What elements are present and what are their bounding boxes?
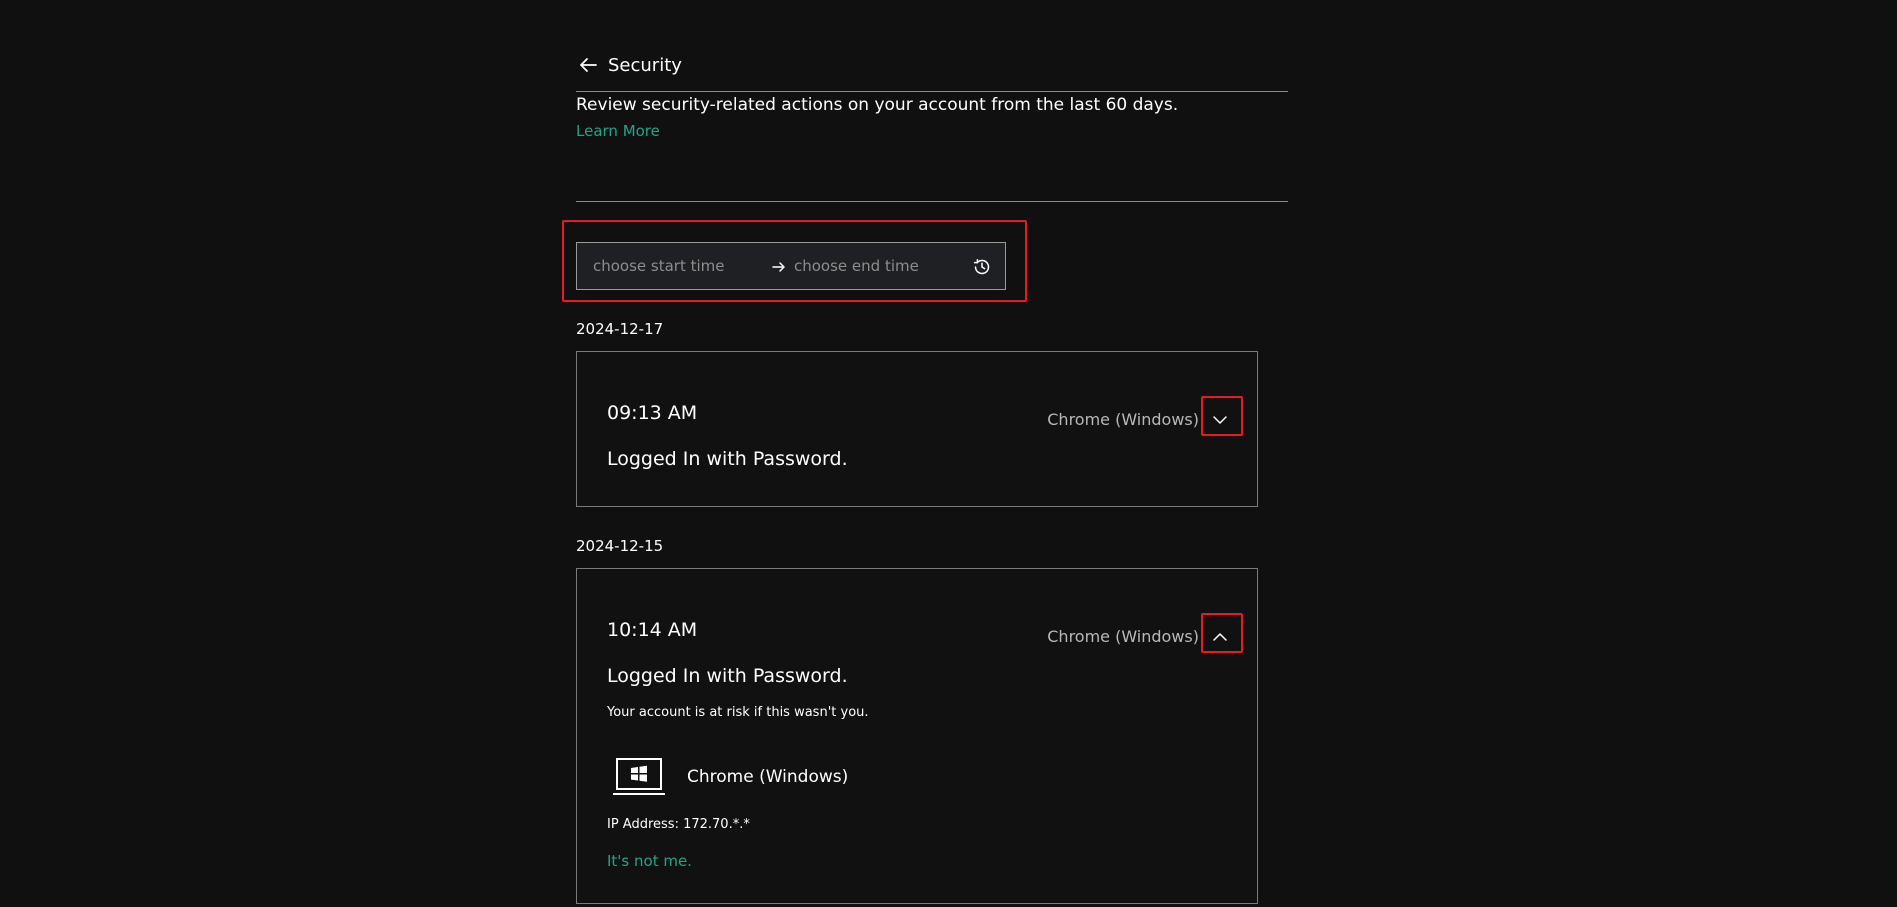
section-divider [576,201,1288,202]
history-clock-icon[interactable] [972,257,992,277]
back-button[interactable] [576,53,600,77]
end-time-input[interactable] [794,257,954,275]
event-card-expanded: 10:14 AM Chrome (Windows) Logged In with… [576,568,1258,904]
event-device: Chrome (Windows) [1047,627,1199,646]
header-divider [576,91,1288,92]
risk-warning: Your account is at risk if this wasn't y… [607,705,869,720]
security-page: Security Review security-related actions… [0,0,1897,907]
event-time: 09:13 AM [607,402,698,424]
event-card: 09:13 AM Chrome (Windows) Logged In with… [576,351,1258,507]
page-description: Review security-related actions on your … [576,95,1179,115]
windows-laptop-icon [613,758,665,795]
event-description: Logged In with Password. [607,665,848,687]
start-time-input[interactable] [593,257,753,275]
not-me-link[interactable]: It's not me. [607,852,692,870]
ip-address: IP Address: 172.70.*.* [607,817,750,832]
page-header: Security [576,50,682,80]
event-time: 10:14 AM [607,619,698,641]
collapse-button-highlight [1201,613,1243,653]
arrow-right-icon [772,262,785,272]
device-name: Chrome (Windows) [687,767,849,787]
page-title: Security [608,54,682,76]
expand-button-highlight [1201,396,1243,436]
learn-more-link[interactable]: Learn More [576,122,660,140]
event-description: Logged In with Password. [607,448,848,470]
event-date: 2024-12-17 [576,320,664,338]
date-range-picker[interactable] [576,242,1006,290]
arrow-left-icon [580,58,597,72]
device-info-row: Chrome (Windows) [613,757,848,797]
event-date: 2024-12-15 [576,537,664,555]
event-device: Chrome (Windows) [1047,410,1199,429]
